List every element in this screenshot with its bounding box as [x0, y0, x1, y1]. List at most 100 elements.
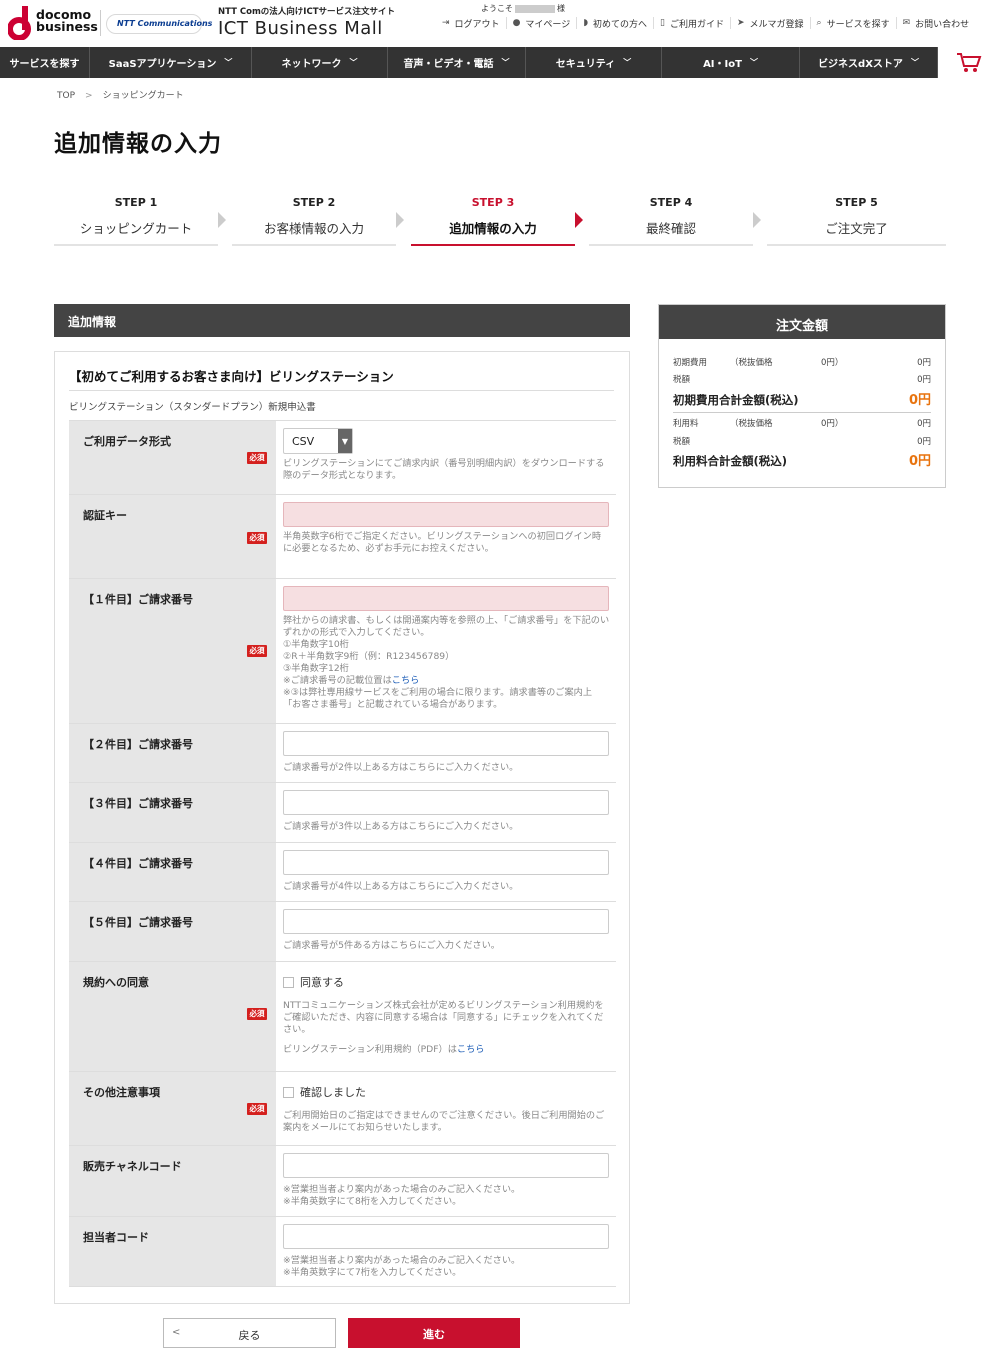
- site-title[interactable]: ICT Business Mall: [218, 18, 383, 39]
- docomo-business-logo[interactable]: docomo business: [36, 8, 98, 33]
- row-sales-channel-code: 販売チャネルコード ※営業担当者より案内があった場合のみご記入ください。 ※半角英…: [69, 1145, 616, 1216]
- breadcrumb: TOP > ショッピングカート: [57, 88, 184, 101]
- chevron-down-icon: ▼: [338, 429, 352, 453]
- field-note: ご請求番号が3件以上ある方はこちらにご入力ください。: [283, 821, 519, 832]
- usage-tax-row: 税額 0円: [673, 437, 931, 447]
- contact-link[interactable]: ✉ お問い合わせ: [897, 17, 976, 30]
- sales-channel-code-input[interactable]: [283, 1153, 609, 1178]
- masked-username: [515, 4, 555, 13]
- breadcrumb-home-link[interactable]: TOP: [57, 91, 75, 101]
- field-label: ご利用データ形式 必須: [69, 421, 276, 494]
- guide-link[interactable]: ▯ ご利用ガイド: [654, 17, 731, 30]
- step-3-active: STEP 3 追加情報の入力: [411, 194, 575, 246]
- logout-icon: ⇥: [442, 18, 450, 28]
- summary-title: 注文金額: [659, 305, 945, 339]
- step-indicator: STEP 1 ショッピングカート STEP 2 お客様情報の入力 STEP 3 追加情…: [54, 194, 946, 246]
- nav-saas[interactable]: SaaSアプリケーション ﹀: [90, 47, 252, 78]
- ntt-communications-logo: NTT Communications: [106, 14, 212, 34]
- field-label: 規約への同意 必須: [69, 962, 276, 1071]
- billing-number-2-input[interactable]: [283, 731, 609, 756]
- representative-code-input[interactable]: [283, 1224, 609, 1249]
- site-tagline: NTT Comの法人向けICTサービス注文サイト: [218, 7, 395, 17]
- docomo-logo-icon[interactable]: [8, 6, 34, 40]
- field-label: 販売チャネルコード: [69, 1146, 276, 1216]
- nav-business-dx-store[interactable]: ビジネスdXストア ﹀: [800, 47, 938, 78]
- initial-tax-row: 税額 0円: [673, 375, 931, 385]
- field-note: ビリングステーションにてご請求内訳（番号別明細内訳）をダウンロードする際のデータ…: [283, 458, 605, 481]
- field-note: ご請求番号が4件以上ある方はこちらにご入力ください。: [283, 881, 519, 892]
- row-representative-code: 担当者コード ※営業担当者より案内があった場合のみご記入ください。 ※半角英数字に…: [69, 1216, 616, 1287]
- field-note: ※営業担当者より案内があった場合のみご記入ください。 ※半角英数字にて7桁を入力し…: [283, 1255, 521, 1278]
- terms-pdf-link[interactable]: こちら: [457, 1044, 485, 1055]
- billing-number-location-link[interactable]: こちら: [392, 675, 420, 686]
- step-5: STEP 5 ご注文完了: [767, 194, 946, 246]
- chevron-left-icon: <: [172, 1327, 181, 1338]
- divider: [69, 390, 614, 391]
- chevron-down-icon: ﹀: [349, 58, 358, 67]
- checkbox-box[interactable]: [283, 1086, 294, 1098]
- initial-total-row: 初期費用合計金額(税込) 0円: [673, 393, 931, 408]
- mypage-link[interactable]: ● マイページ: [507, 17, 578, 30]
- chevron-down-icon: ﹀: [749, 58, 758, 67]
- data-format-select[interactable]: CSV ▼: [283, 428, 353, 454]
- step-arrow-icon: [753, 212, 761, 228]
- field-label: 【４件目】ご請求番号: [69, 843, 276, 901]
- mail-icon: ✉: [902, 18, 911, 28]
- row-billing-number-3: 【３件目】ご請求番号 ご請求番号が3件以上ある方はこちらにご入力ください。: [69, 782, 616, 842]
- checkbox-box[interactable]: [283, 976, 294, 988]
- field-note: NTTコミュニケーションズ株式会社が定めるビリングステーション利用規約をご確認い…: [283, 1000, 604, 1035]
- newsletter-link[interactable]: ➤ メルマガ登録: [731, 17, 811, 30]
- nav-find-service[interactable]: サービスを探す: [0, 47, 90, 78]
- row-billing-number-2: 【２件目】ご請求番号 ご請求番号が2件以上ある方はこちらにご入力ください。: [69, 723, 616, 782]
- breadcrumb-current: ショッピングカート: [102, 91, 184, 101]
- billing-number-4-input[interactable]: [283, 850, 609, 875]
- usage-fee-row: 利用料 （税抜価格 0円） 0円: [673, 419, 931, 429]
- row-billing-number-5: 【５件目】ご請求番号 ご請求番号が5件ある方はこちらにご入力ください。: [69, 901, 616, 961]
- terms-pdf-note: ビリングステーション利用規約（PDF）はこちら: [283, 1044, 485, 1055]
- field-note: ご利用開始日のご指定はできませんのでご注意ください。後日ご利用開始のご案内をメー…: [283, 1110, 605, 1133]
- chevron-down-icon: ﹀: [623, 58, 632, 67]
- field-note: ※営業担当者より案内があった場合のみご記入ください。 ※半角英数字にて8桁を入力し…: [283, 1184, 521, 1207]
- chevron-right-icon: >: [85, 91, 93, 101]
- row-terms-agreement: 規約への同意 必須 同意する NTTコミュニケーションズ株式会社が定めるビリングス…: [69, 961, 616, 1071]
- usage-total-row: 利用料合計金額(税込) 0円: [673, 454, 931, 469]
- field-label: 担当者コード: [69, 1217, 276, 1286]
- header-utility-nav: ⇥ ログアウト ● マイページ ◗ 初めての方へ ▯ ご利用ガイド ➤ メルマガ登録 ⌕ サ…: [436, 17, 976, 30]
- section-heading: 追加情報: [54, 304, 630, 337]
- cart-icon: [957, 52, 982, 72]
- global-nav: サービスを探す SaaSアプリケーション ﹀ ネットワーク ﹀ 音声・ビデオ・電話 ﹀…: [0, 47, 1000, 78]
- divider: [673, 412, 931, 413]
- next-button[interactable]: 進む: [348, 1318, 520, 1348]
- nav-voice-video[interactable]: 音声・ビデオ・電話 ﹀: [388, 47, 526, 78]
- back-button[interactable]: < 戻る: [163, 1318, 336, 1348]
- field-note: ご請求番号が2件以上ある方はこちらにご入力ください。: [283, 762, 519, 773]
- step-arrow-icon: [396, 212, 404, 228]
- form-subtitle: ビリングステーション（スタンダードプラン）新規申込書: [69, 402, 316, 413]
- row-billing-number-1: 【１件目】ご請求番号 必須 弊社からの請求書、もしくは開通案内等を参照の上、「ご請…: [69, 578, 616, 723]
- confirm-checkbox[interactable]: 確認しました: [283, 1084, 616, 1100]
- nav-ai-iot[interactable]: AI・IoT ﹀: [662, 47, 800, 78]
- terms-agree-checkbox[interactable]: 同意する: [283, 974, 616, 990]
- auth-key-input[interactable]: [283, 502, 609, 527]
- beginner-link[interactable]: ◗ 初めての方へ: [577, 17, 655, 30]
- field-label: 【２件目】ご請求番号: [69, 724, 276, 782]
- logout-link[interactable]: ⇥ ログアウト: [436, 17, 507, 30]
- cart-button[interactable]: [938, 47, 1000, 78]
- billing-number-1-input[interactable]: [283, 586, 609, 611]
- required-badge: 必須: [247, 645, 267, 657]
- required-badge: 必須: [247, 1008, 267, 1020]
- billing-number-5-input[interactable]: [283, 909, 609, 934]
- row-data-format: ご利用データ形式 必須 CSV ▼ ビリングステーションにてご請求内訳（番号別明細内…: [69, 420, 616, 494]
- row-other-notes: その他注意事項 必須 確認しました ご利用開始日のご指定はできませんのでご注意くだ…: [69, 1071, 616, 1145]
- step-arrow-icon: [218, 212, 226, 228]
- nav-network[interactable]: ネットワーク ﹀: [252, 47, 388, 78]
- nav-security[interactable]: セキュリティ ﹀: [526, 47, 662, 78]
- step-arrow-icon: [575, 212, 583, 228]
- row-billing-number-4: 【４件目】ご請求番号 ご請求番号が4件以上ある方はこちらにご入力ください。: [69, 842, 616, 901]
- welcome-message: ようこそ様: [481, 4, 565, 13]
- field-label: 認証キー 必須: [69, 495, 276, 578]
- field-note: 弊社からの請求書、もしくは開通案内等を参照の上、「ご請求番号」を下記のいずれかの…: [283, 615, 610, 710]
- required-badge: 必須: [247, 1103, 267, 1115]
- find-service-link[interactable]: ⌕ サービスを探す: [811, 17, 897, 30]
- billing-number-3-input[interactable]: [283, 790, 609, 815]
